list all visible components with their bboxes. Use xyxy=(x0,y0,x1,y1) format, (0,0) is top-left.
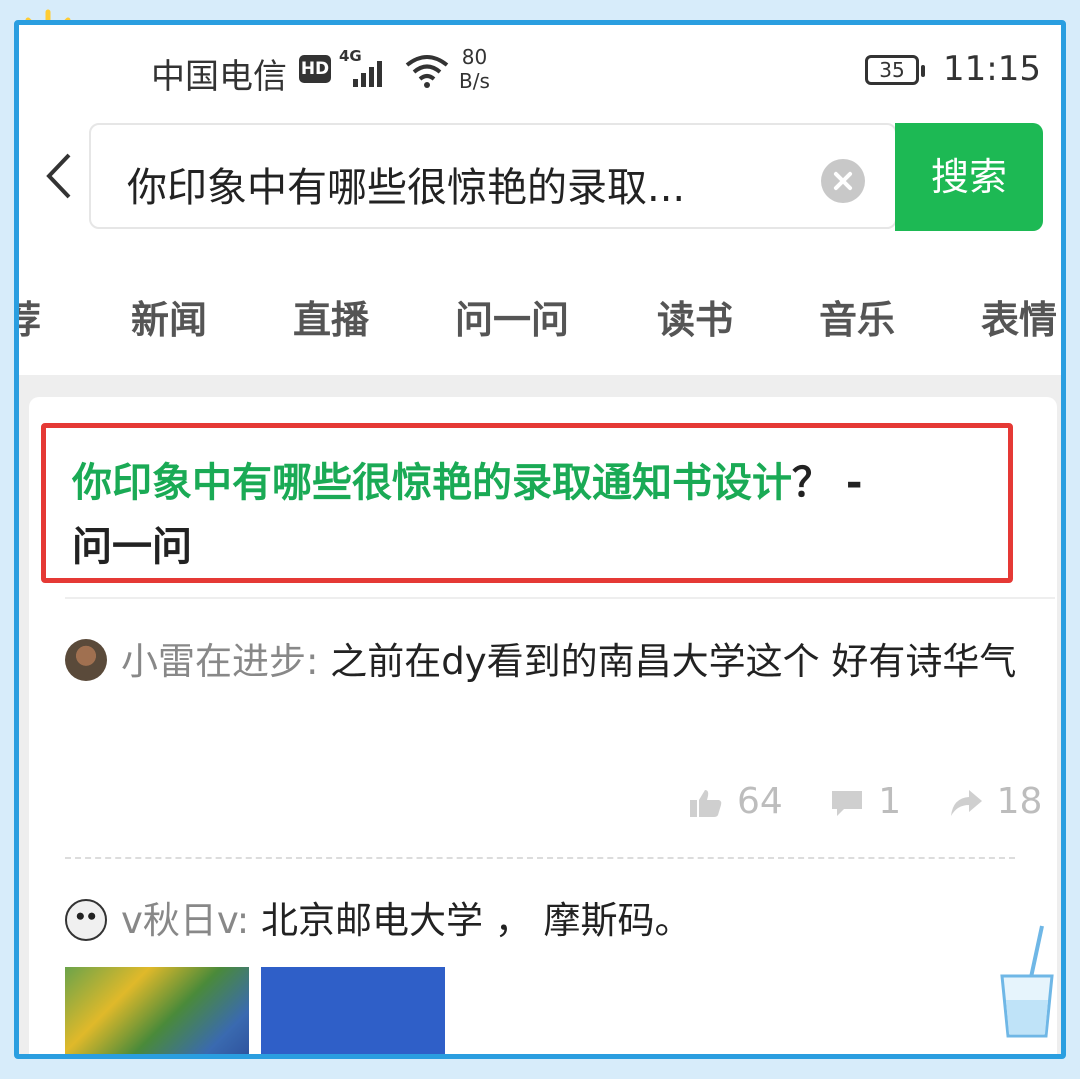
tab-reading[interactable]: 读书 xyxy=(657,289,733,344)
result-title[interactable]: 你印象中有哪些很惊艳的录取通知书设计？ - xyxy=(72,450,863,508)
comment-item: v秋日v: 北京邮电大学 ， 摩斯码。 xyxy=(65,897,692,945)
dashed-divider xyxy=(65,857,1015,859)
clock: 11:15 xyxy=(943,49,1041,89)
image-thumbnail[interactable] xyxy=(261,967,445,1054)
cup-icon xyxy=(1000,925,1054,1038)
search-query: 你印象中有哪些很惊艳的录取... xyxy=(127,165,686,211)
speed-unit: B/s xyxy=(459,69,490,93)
carrier-label: 中国电信 xyxy=(151,57,287,97)
search-input[interactable]: 你印象中有哪些很惊艳的录取... xyxy=(89,123,897,229)
result-title-keyword: 你印象中有哪些很惊艳的录取通知书设计 xyxy=(72,460,792,506)
status-bar: 中国电信 HD 4G 80 B/s 35 11:15 xyxy=(19,25,1061,117)
battery-icon: 35 xyxy=(865,55,925,85)
tab-ask[interactable]: 问一问 xyxy=(455,289,569,344)
tab-live[interactable]: 直播 xyxy=(293,289,369,344)
tab-recommend[interactable]: 荐 xyxy=(19,289,41,344)
comment-count: 1 xyxy=(878,781,902,822)
comment-button[interactable]: 1 xyxy=(830,781,901,822)
tab-news[interactable]: 新闻 xyxy=(131,289,207,344)
search-button[interactable]: 搜索 xyxy=(895,123,1043,231)
comment-stats: 64 1 18 xyxy=(689,781,1061,822)
share-count: 18 xyxy=(996,781,1043,822)
tab-music[interactable]: 音乐 xyxy=(819,289,895,344)
tab-stickers[interactable]: 表情 xyxy=(981,289,1057,344)
divider xyxy=(65,597,1055,599)
image-thumbnail[interactable] xyxy=(65,967,249,1054)
like-count: 64 xyxy=(737,781,783,822)
wifi-icon xyxy=(405,55,449,88)
share-button[interactable]: 18 xyxy=(949,781,1043,822)
result-source: 问一问 xyxy=(72,524,192,570)
hd-badge: HD xyxy=(299,55,331,83)
comment-text: 北京邮电大学 ， 摩斯码。 xyxy=(261,899,692,942)
result-title-suffix: ？ - xyxy=(792,460,863,506)
comment-username[interactable]: 小雷在进步: xyxy=(121,640,318,683)
thumbs-up-icon xyxy=(690,790,722,817)
category-tabs: 荐 新闻 直播 问一问 读书 音乐 表情 xyxy=(19,247,1061,375)
decorative-frame: 中国电信 HD 4G 80 B/s 35 11:15 你印象中有哪些很惊艳的录取… xyxy=(0,0,1080,1079)
back-arrow-icon[interactable] xyxy=(41,151,77,201)
clear-icon[interactable] xyxy=(821,159,865,203)
signal-icon xyxy=(353,61,385,87)
comment-username[interactable]: v秋日v: xyxy=(121,899,249,942)
result-card[interactable]: 你印象中有哪些很惊艳的录取通知书设计？ - 问一问 小雷在进步: 之前在dy看到… xyxy=(29,397,1057,1054)
search-bar: 你印象中有哪些很惊艳的录取... 搜索 xyxy=(19,117,1061,247)
phone-screen: 中国电信 HD 4G 80 B/s 35 11:15 你印象中有哪些很惊艳的录取… xyxy=(14,20,1066,1059)
comment-icon xyxy=(832,791,863,816)
speed-value: 80 xyxy=(461,45,488,69)
comment-item: 小雷在进步: 之前在dy看到的南昌大学这个 好有诗华气 xyxy=(65,635,1025,689)
share-icon xyxy=(950,790,982,816)
comment-text: 之前在dy看到的南昌大学这个 好有诗华气 xyxy=(330,640,1017,683)
network-speed: 80 B/s xyxy=(459,45,490,93)
like-button[interactable]: 64 xyxy=(689,781,783,822)
title-highlight-box: 你印象中有哪些很惊艳的录取通知书设计？ - 问一问 xyxy=(41,423,1013,583)
